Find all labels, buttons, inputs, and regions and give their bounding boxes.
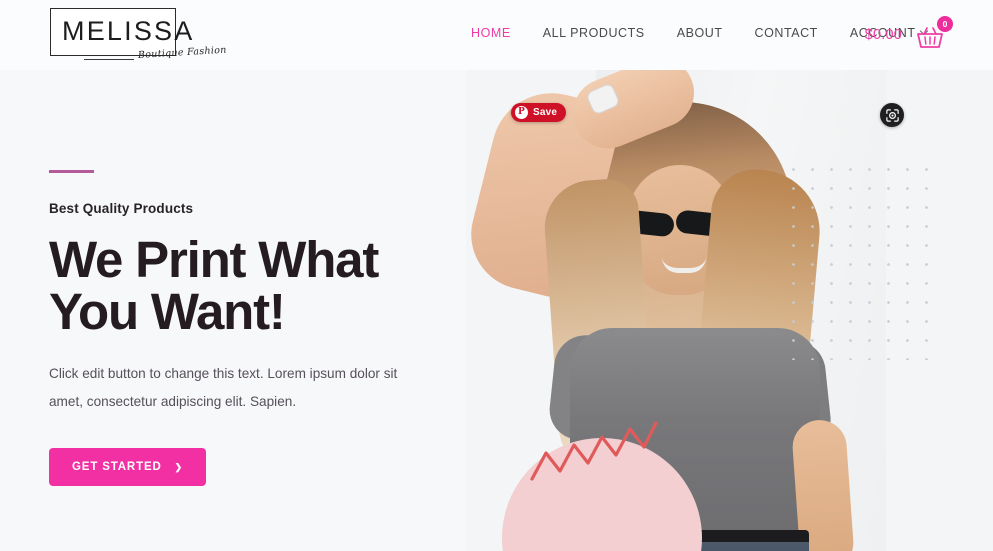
logo-wordmark: MELISSA bbox=[62, 16, 195, 46]
get-started-button[interactable]: GET STARTED ❯ bbox=[49, 448, 207, 486]
hero-text-column: Best Quality Products We Print What You … bbox=[49, 170, 469, 486]
hero-image-column: Culprit Apparel bbox=[466, 60, 993, 551]
site-logo[interactable]: MELISSA Boutique Fashion bbox=[50, 6, 227, 64]
nav-item-home[interactable]: HOME bbox=[455, 24, 527, 42]
hero-headline-line-2: You Want! bbox=[49, 283, 286, 340]
pinterest-save-label: Save bbox=[533, 107, 558, 118]
pinterest-icon: P bbox=[515, 106, 528, 119]
pinterest-save-button[interactable]: P Save bbox=[511, 103, 567, 122]
zigzag-decoration bbox=[530, 421, 658, 481]
hero-body-text: Click edit button to change this text. L… bbox=[49, 366, 398, 409]
site-header: MELISSA Boutique Fashion HOME ALL PRODUC… bbox=[0, 0, 993, 70]
hero-headline: We Print What You Want! bbox=[49, 234, 469, 338]
logo-divider bbox=[84, 59, 134, 60]
cart-count-badge: 0 bbox=[937, 16, 953, 32]
landing-page: MELISSA Boutique Fashion HOME ALL PRODUC… bbox=[0, 0, 993, 551]
google-lens-icon bbox=[885, 108, 899, 122]
hero-headline-line-1: We Print What bbox=[49, 231, 379, 288]
cart-area: $0.00 0 bbox=[864, 16, 953, 50]
nav-item-about[interactable]: ABOUT bbox=[661, 24, 739, 42]
nav-item-contact[interactable]: CONTACT bbox=[739, 24, 834, 42]
dot-grid-decoration bbox=[784, 160, 942, 360]
arrow-right-icon: ❯ bbox=[174, 461, 184, 472]
google-lens-button[interactable] bbox=[880, 103, 904, 127]
hero-eyebrow: Best Quality Products bbox=[49, 201, 194, 216]
nav-item-all-products[interactable]: ALL PRODUCTS bbox=[527, 24, 661, 42]
get-started-label: GET STARTED bbox=[72, 461, 162, 473]
cart-total-price: $0.00 bbox=[864, 27, 902, 43]
accent-divider bbox=[49, 170, 94, 173]
cart-button[interactable]: 0 bbox=[916, 16, 953, 50]
